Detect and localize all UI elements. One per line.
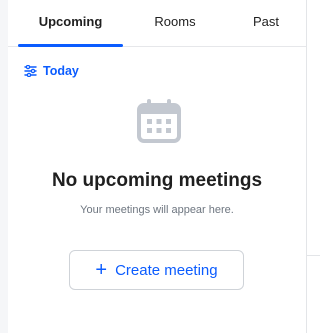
tab-upcoming[interactable]: Upcoming xyxy=(18,0,123,47)
tab-upcoming-label: Upcoming xyxy=(38,14,103,29)
active-tab-indicator xyxy=(18,44,123,47)
plus-icon: + xyxy=(95,259,108,281)
create-meeting-label: Create meeting xyxy=(115,261,218,279)
date-filter-label: Today xyxy=(43,64,79,78)
tab-past-label: Past xyxy=(252,14,279,29)
tab-rooms[interactable]: Rooms xyxy=(135,0,215,46)
tab-past[interactable]: Past xyxy=(242,0,290,46)
empty-state-subtitle: Your meetings will appear here. xyxy=(80,204,234,216)
tab-rooms-label: Rooms xyxy=(154,14,196,29)
filter-icon xyxy=(24,65,37,77)
adjacent-panel-divider xyxy=(307,255,320,256)
date-filter-button[interactable]: Today xyxy=(24,62,79,80)
create-meeting-button[interactable]: + Create meeting xyxy=(69,250,244,290)
tab-bar: Upcoming Rooms Past xyxy=(8,0,306,47)
adjacent-panel-edge xyxy=(307,0,320,333)
empty-state-title: No upcoming meetings xyxy=(51,170,263,191)
meetings-panel: Upcoming Rooms Past Today No upcoming me… xyxy=(8,0,307,333)
calendar-icon xyxy=(136,98,182,144)
